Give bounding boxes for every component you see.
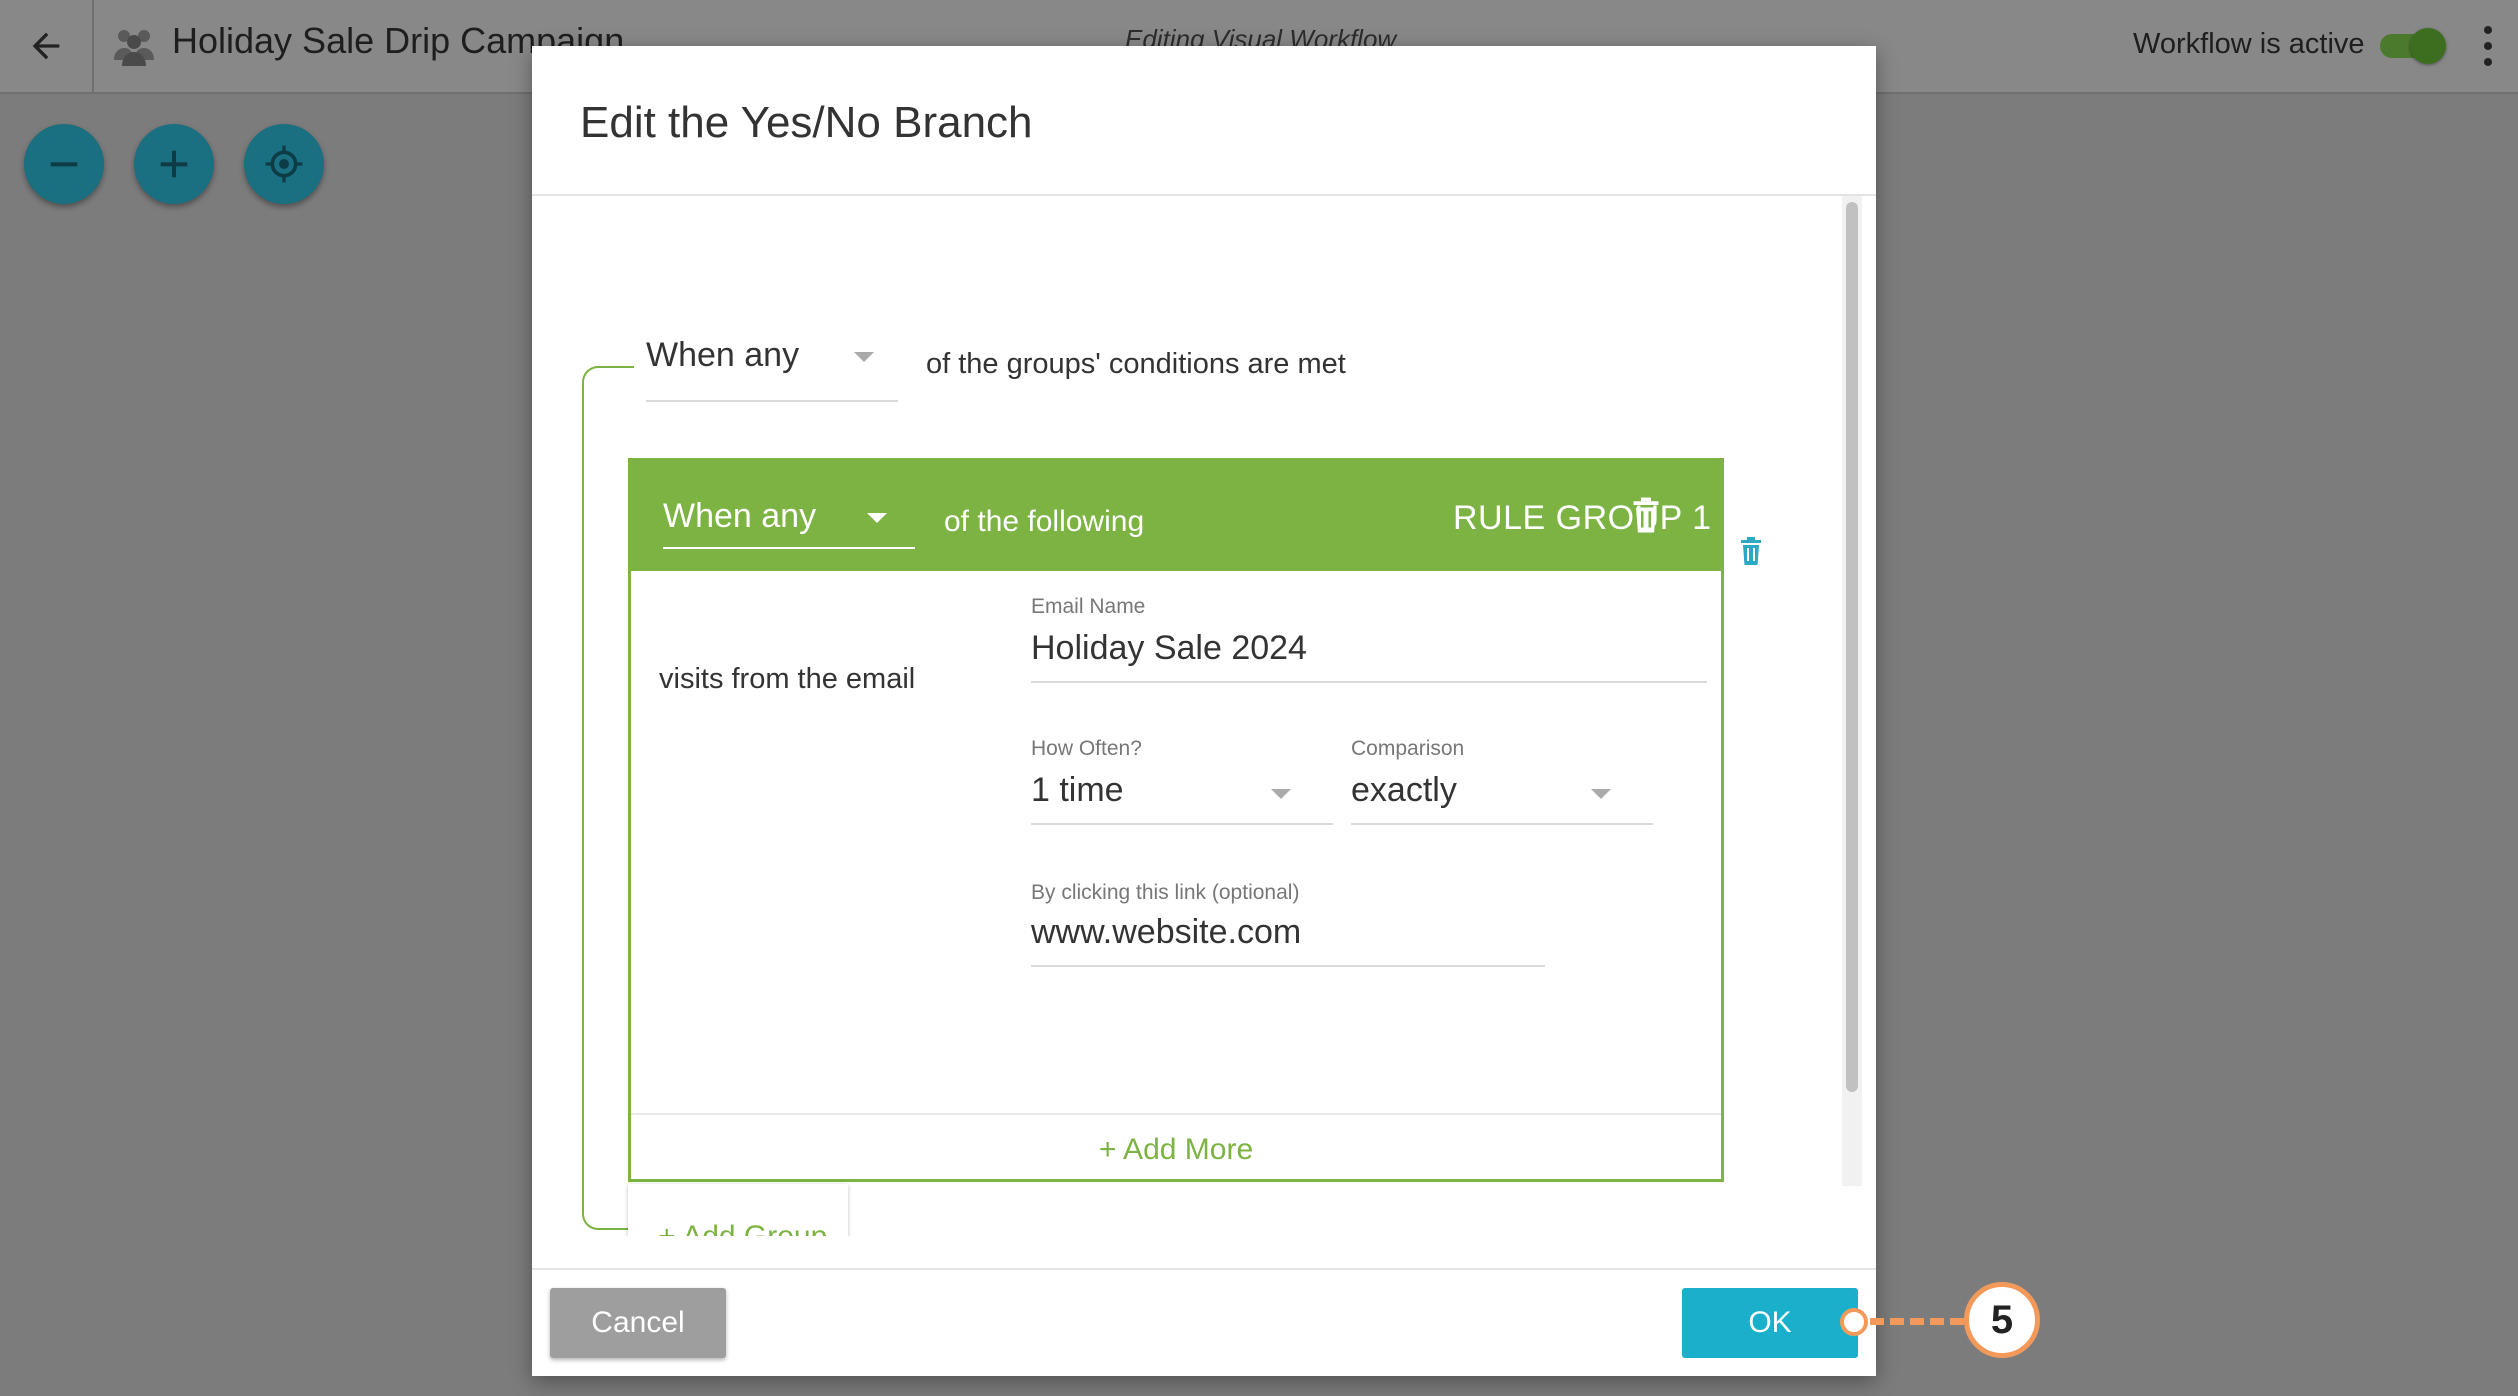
rule-match-suffix: of the following [944, 505, 1145, 538]
how-often-label: How Often? [1031, 737, 1142, 760]
ok-button[interactable]: OK [1682, 1288, 1858, 1358]
add-group-button[interactable]: + Add Group [628, 1184, 848, 1236]
crosshair-icon [265, 145, 303, 183]
footer-divider [532, 1268, 1876, 1270]
comparison-label: Comparison [1351, 737, 1465, 760]
how-often-select[interactable]: How Often? 1 time [1031, 737, 1333, 825]
edit-branch-dialog: Edit the Yes/No Branch When any of the g… [532, 46, 1876, 1376]
scrollbar-thumb[interactable] [1846, 202, 1858, 1092]
back-button[interactable] [0, 0, 94, 92]
minus-icon [50, 162, 78, 167]
chevron-down-icon [1591, 789, 1611, 799]
zoom-out-button[interactable] [24, 124, 104, 204]
groups-match-value: When any [646, 336, 800, 374]
dialog-body: When any of the groups' conditions are m… [532, 196, 1876, 1236]
add-group-label: + Add Group [658, 1220, 827, 1236]
center-view-button[interactable] [244, 124, 324, 204]
how-often-value: 1 time [1031, 771, 1124, 809]
users-group-icon [114, 30, 154, 66]
groups-match-select[interactable]: When any [646, 336, 898, 402]
plus-icon [160, 150, 188, 178]
dialog-title: Edit the Yes/No Branch [580, 98, 1033, 147]
rule-group-label: RULE GROUP 1 [1453, 499, 1712, 537]
add-more-divider [631, 1113, 1721, 1115]
rule-match-select[interactable]: When any [663, 493, 915, 549]
comparison-select[interactable]: Comparison exactly [1351, 737, 1653, 825]
condition-label: visits from the email [659, 663, 916, 695]
rule-group-1: When any of the following RULE GROUP 1 v… [628, 458, 1761, 1182]
chevron-down-icon [867, 513, 887, 523]
link-label: By clicking this link (optional) [1031, 881, 1300, 904]
zoom-in-button[interactable] [134, 124, 214, 204]
email-name-input[interactable]: Holiday Sale 2024 [1031, 629, 1307, 668]
cancel-button[interactable]: Cancel [550, 1288, 726, 1358]
groups-match-suffix: of the groups' conditions are met [926, 348, 1346, 380]
link-field[interactable]: By clicking this link (optional) www.web… [1031, 881, 1545, 969]
more-options-icon[interactable] [2480, 26, 2496, 66]
workflow-active-label: Workflow is active [2133, 28, 2365, 60]
workflow-active-toggle[interactable] [2376, 28, 2446, 64]
add-more-button[interactable]: + Add More [631, 1133, 1721, 1167]
trash-icon[interactable] [1631, 497, 1661, 533]
link-input[interactable]: www.website.com [1031, 913, 1301, 952]
comparison-value: exactly [1351, 771, 1457, 809]
chevron-down-icon [854, 352, 874, 362]
arrow-left-icon [32, 32, 60, 60]
rule-group-header: When any of the following RULE GROUP 1 [631, 461, 1721, 571]
chevron-down-icon [1271, 789, 1291, 799]
email-name-label: Email Name [1031, 595, 1146, 618]
callout-step-badge: 5 [1964, 1282, 2040, 1358]
callout-leader-line [1870, 1318, 1964, 1325]
trash-icon[interactable] [1739, 537, 1763, 565]
email-name-field[interactable]: Email Name Holiday Sale 2024 [1031, 595, 1707, 685]
groups-bracket [582, 366, 634, 1230]
callout-pointer-dot [1840, 1308, 1868, 1336]
rule-match-value: When any [663, 497, 817, 535]
